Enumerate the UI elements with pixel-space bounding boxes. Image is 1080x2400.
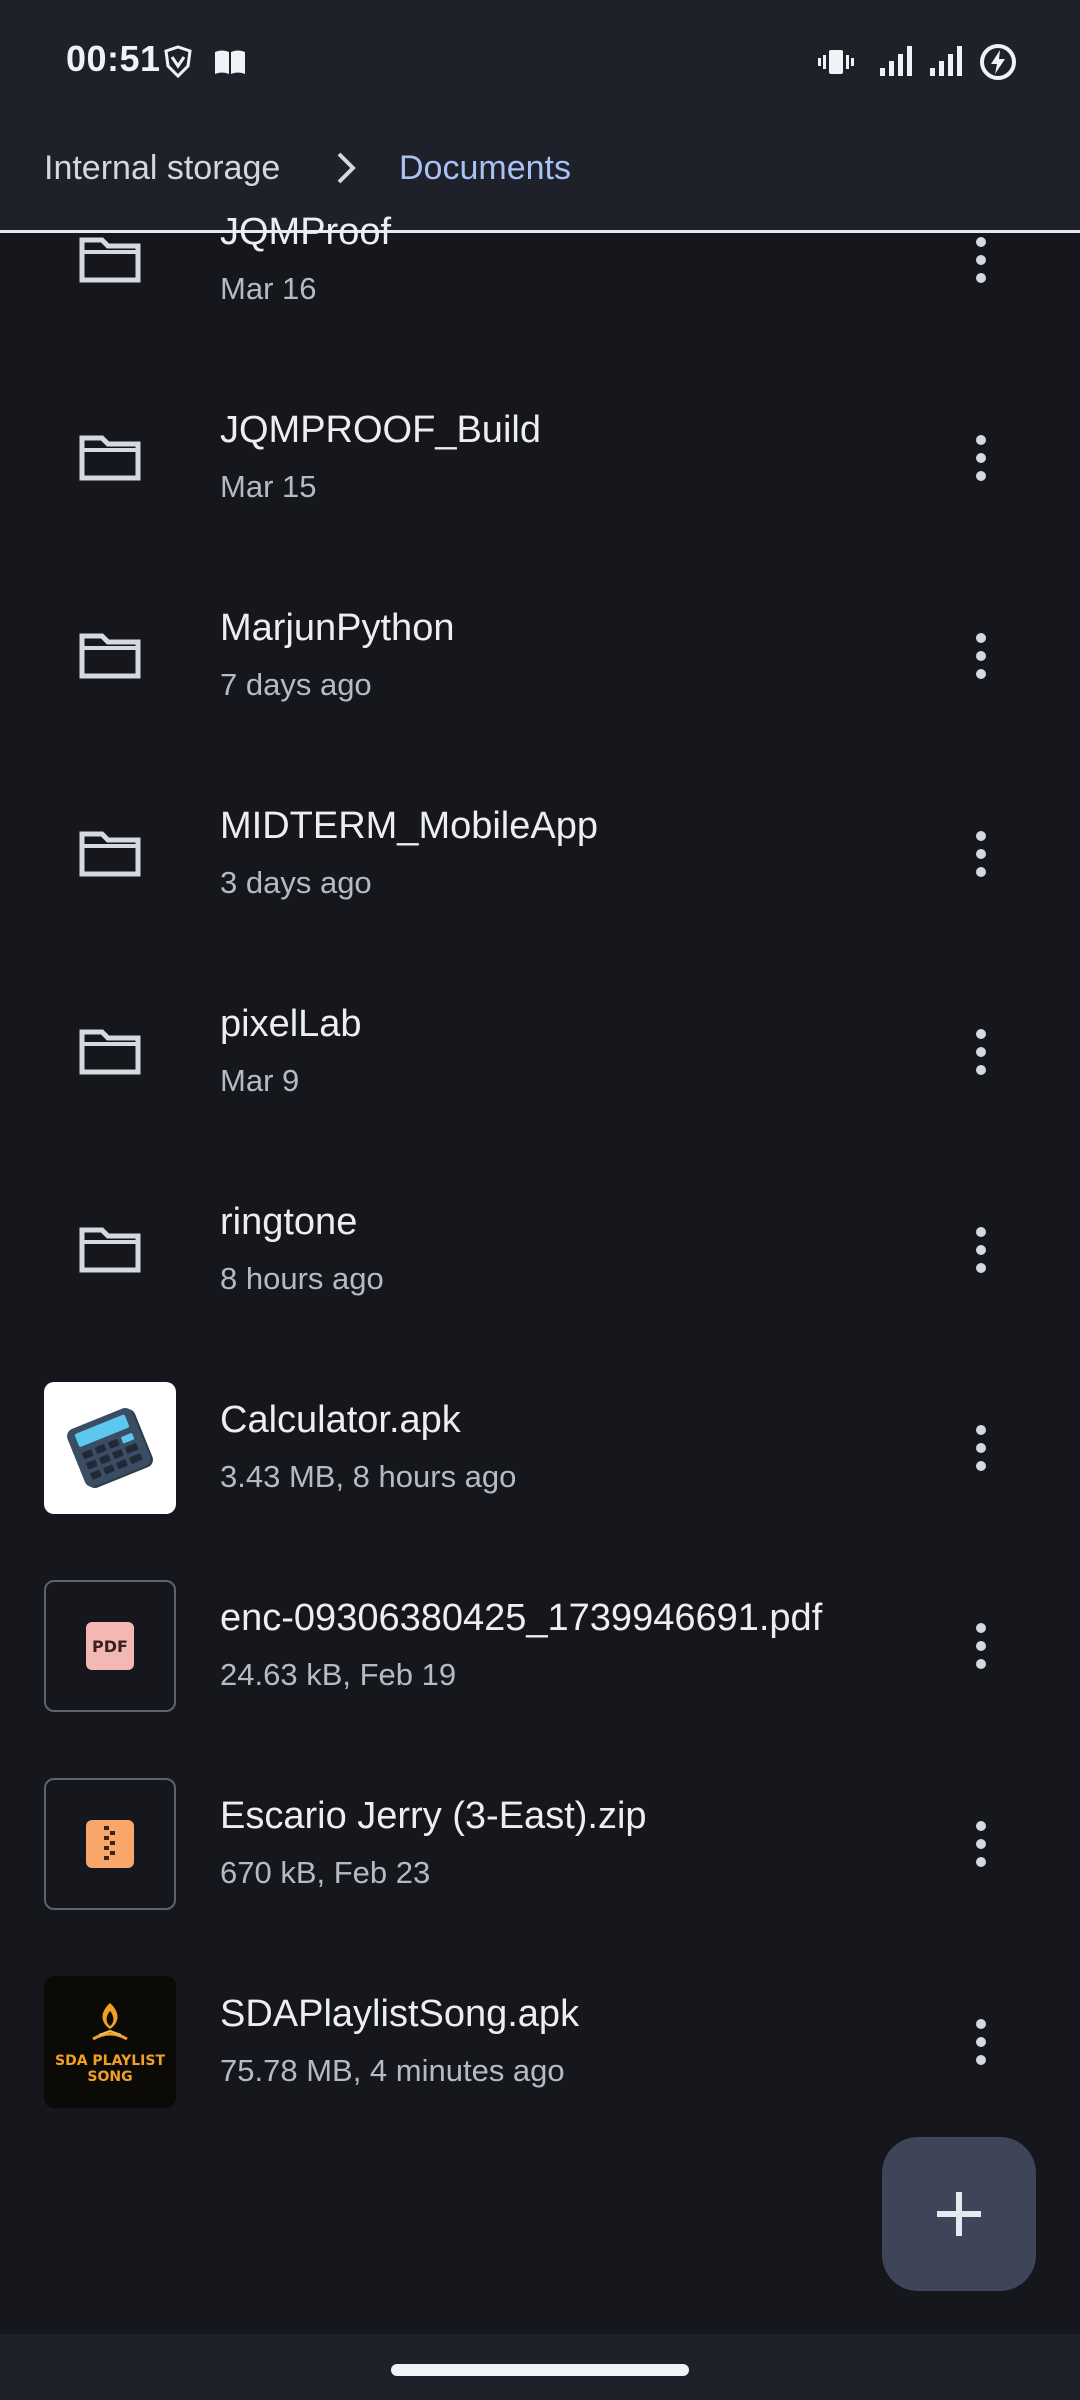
more-options-icon[interactable] [958,1811,1004,1877]
more-options-icon[interactable] [958,425,1004,491]
new-item-button[interactable] [882,2137,1036,2291]
file-meta: 3 days ago [220,865,372,900]
signal-2-icon [930,46,962,76]
zip-file-icon [44,1778,176,1910]
folder-icon [44,788,176,920]
list-item[interactable]: SDA PLAYLIST SONG SDAPlaylistSong.apk 75… [0,1965,1080,2163]
list-item[interactable]: PDF enc-09306380425_1739946691.pdf 24.63… [0,1569,1080,1767]
sda-thumb-text-line1: SDA PLAYLIST [55,2053,165,2069]
folder-icon [44,590,176,722]
list-item[interactable]: JQMPROOF_Build Mar 15 [0,381,1080,579]
calculator-app-icon [44,1382,176,1514]
file-meta: 670 kB, Feb 23 [220,1855,431,1890]
file-meta: Mar 9 [220,1063,300,1098]
list-item[interactable]: MarjunPython 7 days ago [0,579,1080,777]
more-options-icon[interactable] [958,1217,1004,1283]
list-item[interactable]: MIDTERM_MobileApp 3 days ago [0,777,1080,975]
list-item[interactable]: JQMProof Mar 16 [0,183,1080,381]
battery-charging-icon [980,44,1016,80]
file-name: enc-09306380425_1739946691.pdf [220,1597,823,1639]
vibrate-icon [818,50,854,74]
more-options-icon[interactable] [958,1613,1004,1679]
file-meta: 8 hours ago [220,1261,384,1296]
file-meta: Mar 15 [220,469,317,504]
list-item[interactable]: ringtone 8 hours ago [0,1173,1080,1371]
signal-1-icon [880,46,912,76]
list-item[interactable]: Calculator.apk 3.43 MB, 8 hours ago [0,1371,1080,1569]
status-time: 00:51 [66,38,161,79]
folder-icon [44,1184,176,1316]
more-options-icon[interactable] [958,821,1004,887]
file-name: MarjunPython [220,607,455,649]
more-options-icon[interactable] [958,227,1004,293]
file-name: JQMProof [220,211,392,253]
list-item[interactable]: Escario Jerry (3-East).zip 670 kB, Feb 2… [0,1767,1080,1965]
more-options-icon[interactable] [958,623,1004,689]
folder-icon [44,194,176,326]
folder-icon [44,986,176,1118]
file-name: pixelLab [220,1003,362,1045]
more-options-icon[interactable] [958,1019,1004,1085]
file-meta: 75.78 MB, 4 minutes ago [220,2053,565,2088]
file-meta: 24.63 kB, Feb 19 [220,1657,457,1692]
plus-icon [937,2192,981,2236]
file-name: Escario Jerry (3-East).zip [220,1795,647,1837]
pdf-file-icon: PDF [44,1580,176,1712]
sda-thumb-text-line2: SONG [87,2069,133,2085]
files-app-screen: 00:51 Internal storage Documents JQMProo… [0,0,1080,2400]
navigation-bar [0,2334,1080,2400]
file-name: MIDTERM_MobileApp [220,805,598,847]
file-meta: Mar 16 [220,271,317,306]
file-meta: 3.43 MB, 8 hours ago [220,1459,517,1494]
file-name: Calculator.apk [220,1399,461,1441]
file-name: SDAPlaylistSong.apk [220,1993,580,2035]
file-name: ringtone [220,1201,358,1243]
folder-icon [44,392,176,524]
file-name: JQMPROOF_Build [220,409,541,451]
brave-shield-icon [164,45,192,79]
book-icon [215,50,245,74]
list-item[interactable]: pixelLab Mar 9 [0,975,1080,1173]
home-gesture-handle[interactable] [391,2364,689,2376]
more-options-icon[interactable] [958,1415,1004,1481]
more-options-icon[interactable] [958,2009,1004,2075]
pdf-badge-label: PDF [92,1636,128,1656]
status-bar: 00:51 [0,0,1080,124]
sda-playlist-app-icon: SDA PLAYLIST SONG [44,1976,176,2108]
file-meta: 7 days ago [220,667,372,702]
